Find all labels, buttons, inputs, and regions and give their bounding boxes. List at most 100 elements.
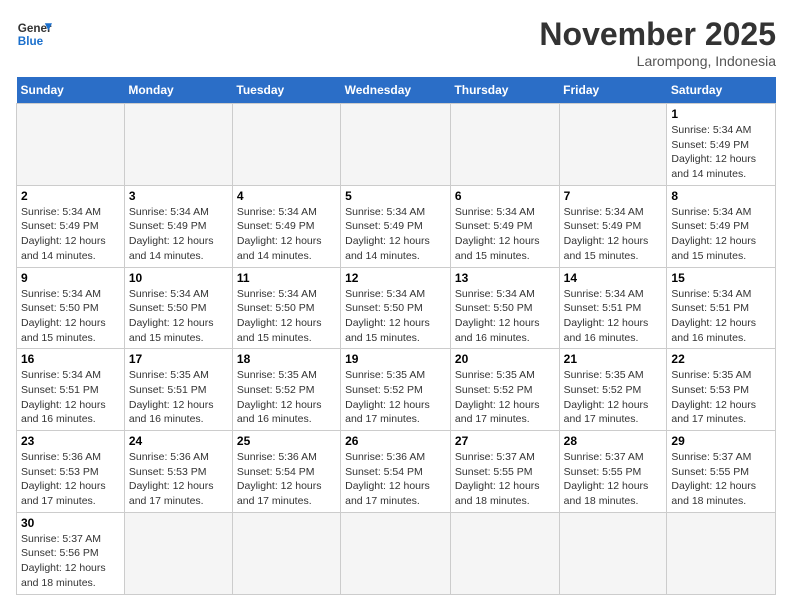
day-number: 14	[564, 271, 663, 285]
day-number: 1	[671, 107, 771, 121]
calendar-cell	[341, 512, 451, 594]
svg-text:Blue: Blue	[18, 35, 44, 48]
calendar-cell: 6 Sunrise: 5:34 AMSunset: 5:49 PMDaylight…	[450, 185, 559, 267]
calendar-cell: 24Sunrise: 5:36 AMSunset: 5:53 PMDayligh…	[124, 431, 232, 513]
calendar-table: SundayMondayTuesdayWednesdayThursdayFrid…	[16, 77, 776, 595]
calendar-cell: 9Sunrise: 5:34 AMSunset: 5:50 PMDaylight…	[17, 267, 125, 349]
day-number: 19	[345, 352, 446, 366]
calendar-cell: 14 Sunrise: 5:34 AMSunset: 5:51 PMDayligh…	[559, 267, 667, 349]
column-header-thursday: Thursday	[450, 77, 559, 104]
calendar-cell: 12 Sunrise: 5:34 AMSunset: 5:50 PMDayligh…	[341, 267, 451, 349]
logo: General Blue	[16, 16, 52, 52]
calendar-cell	[559, 104, 667, 186]
day-number: 10	[129, 271, 228, 285]
calendar-cell	[559, 512, 667, 594]
day-info: Sunrise: 5:34 AMSunset: 5:49 PMDaylight:…	[671, 123, 771, 182]
page-header: General Blue November 2025 Larompong, In…	[16, 16, 776, 69]
calendar-cell: 10 Sunrise: 5:34 AMSunset: 5:50 PMDayligh…	[124, 267, 232, 349]
day-info: Sunrise: 5:34 AMSunset: 5:50 PMDaylight:…	[129, 287, 228, 346]
calendar-cell: 15 Sunrise: 5:34 AMSunset: 5:51 PMDayligh…	[667, 267, 776, 349]
day-info: Sunrise: 5:35 AMSunset: 5:52 PMDaylight:…	[455, 368, 555, 427]
day-number: 30	[21, 516, 120, 530]
day-info: Sunrise: 5:34 AMSunset: 5:51 PMDaylight:…	[671, 287, 771, 346]
day-info: Sunrise: 5:36 AMSunset: 5:53 PMDaylight:…	[21, 450, 120, 509]
calendar-cell: 21Sunrise: 5:35 AMSunset: 5:52 PMDayligh…	[559, 349, 667, 431]
calendar-week-5: 23 Sunrise: 5:36 AMSunset: 5:53 PMDayligh…	[17, 431, 776, 513]
column-header-friday: Friday	[559, 77, 667, 104]
location: Larompong, Indonesia	[539, 53, 776, 69]
day-number: 12	[345, 271, 446, 285]
calendar-cell: 30Sunrise: 5:37 AMSunset: 5:56 PMDayligh…	[17, 512, 125, 594]
calendar-cell: 29 Sunrise: 5:37 AMSunset: 5:55 PMDayligh…	[667, 431, 776, 513]
day-number: 25	[237, 434, 336, 448]
calendar-cell: 26 Sunrise: 5:36 AMSunset: 5:54 PMDayligh…	[341, 431, 451, 513]
day-info: Sunrise: 5:34 AMSunset: 5:49 PMDaylight:…	[21, 205, 120, 264]
calendar-cell: 3 Sunrise: 5:34 AMSunset: 5:49 PMDaylight…	[124, 185, 232, 267]
day-info: Sunrise: 5:35 AMSunset: 5:52 PMDaylight:…	[564, 368, 663, 427]
day-info: Sunrise: 5:34 AMSunset: 5:50 PMDaylight:…	[237, 287, 336, 346]
logo-icon: General Blue	[16, 16, 52, 52]
day-info: Sunrise: 5:34 AMSunset: 5:51 PMDaylight:…	[564, 287, 663, 346]
calendar-week-3: 9Sunrise: 5:34 AMSunset: 5:50 PMDaylight…	[17, 267, 776, 349]
calendar-cell	[124, 104, 232, 186]
calendar-cell: 23 Sunrise: 5:36 AMSunset: 5:53 PMDayligh…	[17, 431, 125, 513]
column-header-monday: Monday	[124, 77, 232, 104]
day-number: 15	[671, 271, 771, 285]
day-number: 7	[564, 189, 663, 203]
day-number: 17	[129, 352, 228, 366]
calendar-cell: 20Sunrise: 5:35 AMSunset: 5:52 PMDayligh…	[450, 349, 559, 431]
calendar-week-2: 2 Sunrise: 5:34 AMSunset: 5:49 PMDaylight…	[17, 185, 776, 267]
day-number: 8	[671, 189, 771, 203]
month-title: November 2025	[539, 16, 776, 53]
day-info: Sunrise: 5:34 AMSunset: 5:49 PMDaylight:…	[345, 205, 446, 264]
day-number: 3	[129, 189, 228, 203]
calendar-cell	[17, 104, 125, 186]
day-number: 28	[564, 434, 663, 448]
calendar-cell: 4 Sunrise: 5:34 AMSunset: 5:49 PMDaylight…	[232, 185, 340, 267]
day-info: Sunrise: 5:34 AMSunset: 5:49 PMDaylight:…	[564, 205, 663, 264]
day-number: 4	[237, 189, 336, 203]
calendar-cell: 1 Sunrise: 5:34 AMSunset: 5:49 PMDaylight…	[667, 104, 776, 186]
day-number: 26	[345, 434, 446, 448]
day-info: Sunrise: 5:36 AMSunset: 5:54 PMDaylight:…	[345, 450, 446, 509]
calendar-cell: 17 Sunrise: 5:35 AMSunset: 5:51 PMDayligh…	[124, 349, 232, 431]
calendar-cell: 7 Sunrise: 5:34 AMSunset: 5:49 PMDaylight…	[559, 185, 667, 267]
calendar-cell: 13Sunrise: 5:34 AMSunset: 5:50 PMDayligh…	[450, 267, 559, 349]
day-number: 29	[671, 434, 771, 448]
title-block: November 2025 Larompong, Indonesia	[539, 16, 776, 69]
calendar-cell: 16Sunrise: 5:34 AMSunset: 5:51 PMDayligh…	[17, 349, 125, 431]
day-info: Sunrise: 5:34 AMSunset: 5:49 PMDaylight:…	[455, 205, 555, 264]
day-info: Sunrise: 5:34 AMSunset: 5:50 PMDaylight:…	[345, 287, 446, 346]
day-info: Sunrise: 5:37 AMSunset: 5:55 PMDaylight:…	[455, 450, 555, 509]
day-number: 5	[345, 189, 446, 203]
day-info: Sunrise: 5:37 AMSunset: 5:55 PMDaylight:…	[671, 450, 771, 509]
day-number: 6	[455, 189, 555, 203]
calendar-cell	[124, 512, 232, 594]
day-info: Sunrise: 5:35 AMSunset: 5:52 PMDaylight:…	[345, 368, 446, 427]
calendar-cell: 11Sunrise: 5:34 AMSunset: 5:50 PMDayligh…	[232, 267, 340, 349]
day-number: 24	[129, 434, 228, 448]
day-number: 2	[21, 189, 120, 203]
day-info: Sunrise: 5:34 AMSunset: 5:49 PMDaylight:…	[237, 205, 336, 264]
day-info: Sunrise: 5:35 AMSunset: 5:51 PMDaylight:…	[129, 368, 228, 427]
column-header-wednesday: Wednesday	[341, 77, 451, 104]
calendar-cell	[232, 104, 340, 186]
day-info: Sunrise: 5:34 AMSunset: 5:49 PMDaylight:…	[671, 205, 771, 264]
day-info: Sunrise: 5:34 AMSunset: 5:50 PMDaylight:…	[455, 287, 555, 346]
day-number: 23	[21, 434, 120, 448]
day-number: 18	[237, 352, 336, 366]
calendar-cell	[450, 104, 559, 186]
calendar-cell: 8 Sunrise: 5:34 AMSunset: 5:49 PMDaylight…	[667, 185, 776, 267]
calendar-cell	[450, 512, 559, 594]
day-number: 22	[671, 352, 771, 366]
day-info: Sunrise: 5:37 AMSunset: 5:55 PMDaylight:…	[564, 450, 663, 509]
day-number: 27	[455, 434, 555, 448]
day-info: Sunrise: 5:34 AMSunset: 5:49 PMDaylight:…	[129, 205, 228, 264]
column-header-sunday: Sunday	[17, 77, 125, 104]
calendar-week-1: 1 Sunrise: 5:34 AMSunset: 5:49 PMDaylight…	[17, 104, 776, 186]
calendar-cell: 28 Sunrise: 5:37 AMSunset: 5:55 PMDayligh…	[559, 431, 667, 513]
calendar-cell: 27 Sunrise: 5:37 AMSunset: 5:55 PMDayligh…	[450, 431, 559, 513]
calendar-cell: 25Sunrise: 5:36 AMSunset: 5:54 PMDayligh…	[232, 431, 340, 513]
column-header-tuesday: Tuesday	[232, 77, 340, 104]
day-number: 16	[21, 352, 120, 366]
